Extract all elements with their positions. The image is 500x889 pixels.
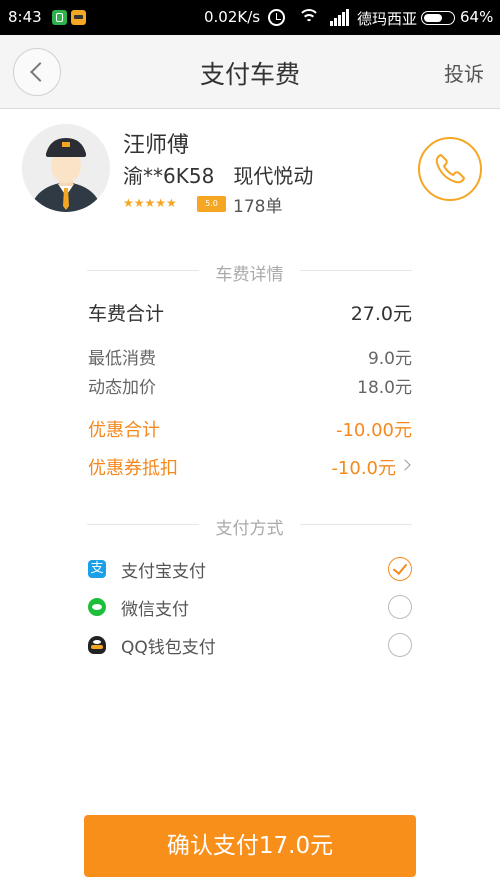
rating-stars: ★★★★★ [123,197,177,209]
alipay-icon: 支 [88,560,106,578]
fare-item-label: 动态加价 [88,378,156,398]
alarm-icon [268,9,285,26]
payment-section-title: 支付方式 [215,519,284,539]
wifi-icon [298,9,320,26]
fare-item-label: 最低消费 [88,349,156,369]
fare-total-label: 车费合计 [88,303,165,325]
payment-option-label: QQ钱包支付 [121,638,216,658]
radio-checked[interactable] [388,557,412,581]
fare-item-value: 18.0元 [357,378,412,398]
payment-option-label: 微信支付 [121,600,189,620]
chevron-right-icon [399,459,411,471]
fare-section-header: 车费详情 [87,260,412,285]
discount-total-value: -10.00元 [335,420,412,441]
driver-avatar-icon [22,124,110,212]
signal-icon [330,9,350,26]
qq-wallet-icon [88,636,106,654]
coupon-value: -10.0元 [331,458,396,479]
battery-percent: 64% [460,8,494,26]
driver-vehicle: 渝**6K58 现代悦动 [123,164,314,188]
network-speed: 0.02K/s [204,8,261,26]
payment-option-label: 支付宝支付 [121,562,206,582]
star-icons: ★★★★★ [123,196,177,210]
navigation-bar: 支付车费 投诉 [0,35,500,109]
battery-fill [424,14,442,22]
wechat-icon [88,598,106,616]
fare-total-value: 27.0元 [350,303,412,325]
fare-section-title: 车费详情 [215,265,284,285]
radio-unchecked[interactable] [388,595,412,619]
fare-item-value: 9.0元 [367,349,412,369]
battery-icon [421,11,455,25]
complain-button[interactable]: 投诉 [444,58,484,87]
coupon-label: 优惠券抵扣 [88,458,178,479]
order-count: 178单 [233,197,283,217]
call-driver-button[interactable] [418,137,482,201]
discount-total-label: 优惠合计 [88,420,160,441]
security-app-icon [52,10,67,25]
payment-option-qq-wallet[interactable]: QQ钱包支付 [88,633,412,659]
radio-unchecked[interactable] [388,633,412,657]
payment-section-header: 支付方式 [87,514,412,539]
status-bar: 8:43 0.02K/s 德玛西亚 64% [0,0,500,35]
coupon-row[interactable]: 优惠券抵扣 -10.0元 [88,454,412,479]
divider [300,524,412,525]
status-time: 8:43 [8,8,42,26]
confirm-pay-button[interactable]: 确认支付17.0元 [84,815,416,877]
rating-badge: 5.0 [197,196,226,212]
driver-avatar [22,124,110,212]
carrier-name: 德玛西亚 [357,10,418,28]
payment-option-wechat[interactable]: 微信支付 [88,595,412,621]
phone-icon [435,154,465,184]
page-title: 支付车费 [199,60,300,89]
payment-option-alipay[interactable]: 支 支付宝支付 [88,557,412,583]
driver-name: 汪师傅 [123,133,190,158]
app-notification-icon [71,10,86,25]
divider [300,270,412,271]
